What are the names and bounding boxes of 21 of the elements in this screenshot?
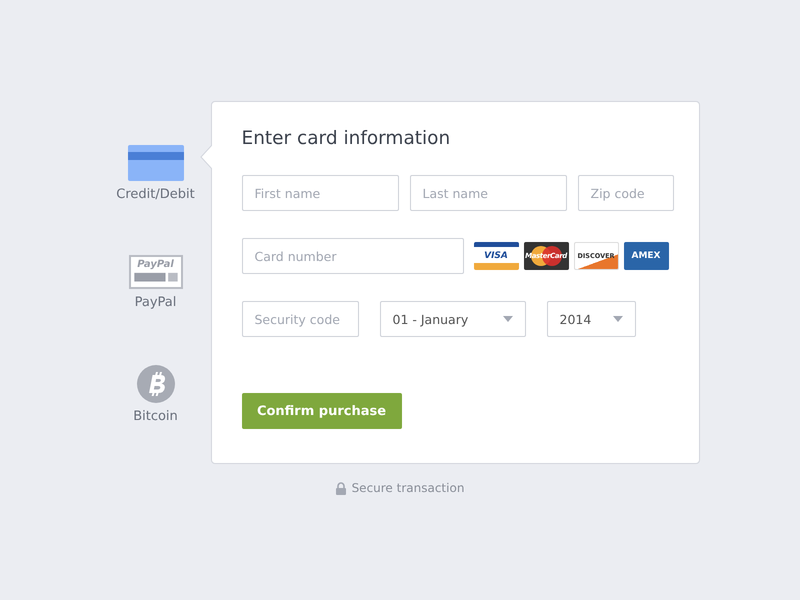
confirm-button[interactable]: Confirm purchase: [242, 393, 402, 429]
input-field[interactable]: Zip code: [578, 175, 674, 211]
dropdown[interactable]: 01 - January: [380, 301, 526, 337]
paypal-logo-icon: PayPal: [128, 255, 182, 289]
card-brand-logo: AMEX: [624, 242, 668, 270]
form-title: Enter card information: [242, 128, 452, 149]
input-field[interactable]: First name: [242, 175, 398, 211]
payment-method-tab[interactable]: Bitcoin: [100, 365, 210, 439]
payment-method-tab[interactable]: PayPal PayPal: [100, 255, 210, 329]
caret-icon: [612, 316, 622, 322]
input-field[interactable]: Card number: [242, 238, 464, 274]
payment-method-tab[interactable]: Credit/Debit: [100, 145, 210, 219]
credit-card-icon: [128, 145, 184, 181]
input-field[interactable]: Security code: [242, 301, 358, 337]
caret-icon: [502, 316, 512, 322]
secure-note: Secure transaction: [352, 481, 464, 495]
lock-icon: [336, 482, 346, 494]
dropdown[interactable]: 2014: [546, 301, 636, 337]
input-field[interactable]: Last name: [410, 175, 566, 211]
card-brand-logo: VISA: [474, 242, 518, 270]
bitcoin-icon: [136, 365, 174, 403]
